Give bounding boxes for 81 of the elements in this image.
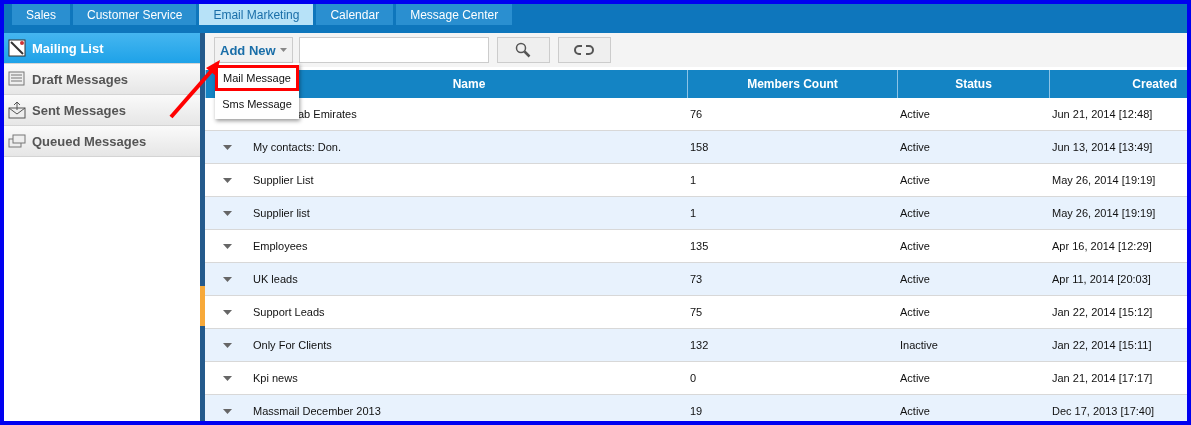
- document-icon: [8, 71, 26, 87]
- table-cell-text: Jan 22, 2014 [15:11]: [1051, 338, 1153, 353]
- table-cell-text: Active: [899, 305, 931, 320]
- search-field[interactable]: [298, 37, 489, 63]
- caret-icon[interactable]: [223, 210, 232, 216]
- caret-icon[interactable]: [223, 144, 232, 150]
- splitter[interactable]: [200, 33, 205, 421]
- table-cell-text: Active: [899, 272, 931, 287]
- table-cell-text: 1: [689, 206, 698, 221]
- table-cell-text: Active: [899, 239, 931, 254]
- table-cell-text: May 26, 2014 [19:19]: [1051, 206, 1157, 221]
- sidebar-label: Mailing List: [32, 40, 104, 56]
- table-cell-text: 73: [689, 272, 704, 287]
- annotation-arrow: [168, 58, 222, 120]
- table-cell-text: 0: [689, 371, 698, 386]
- sidebar-item[interactable]: Sent Messages: [4, 95, 200, 126]
- tab[interactable]: Email Marketing: [199, 4, 314, 25]
- sidebar-label: Sent Messages: [32, 102, 126, 118]
- table-cell: Massmail December 2013: [253, 405, 381, 417]
- link-button[interactable]: [557, 37, 611, 63]
- link-icon: [574, 44, 595, 56]
- sidebar-label: Draft Messages: [32, 71, 129, 87]
- table-cell-text: Jan 22, 2014 [15:12]: [1051, 305, 1154, 320]
- table-cell: Employees: [253, 240, 308, 252]
- caret-icon[interactable]: [223, 375, 232, 381]
- table-cell-text: Apr 11, 2014 [20:03]: [1051, 272, 1152, 287]
- table-row[interactable]: My contacts: Don. 158 Active Jun 13, 2014 [13:49]: [205, 131, 1187, 164]
- tab[interactable]: Customer Service: [73, 4, 197, 25]
- envelope-icon: [8, 101, 26, 119]
- table-cell-text: 1: [689, 173, 698, 188]
- add-new-button[interactable]: Add New: [214, 37, 293, 63]
- table-cell-text: Active: [899, 140, 931, 155]
- table-cell: Only For Clients: [253, 339, 332, 351]
- notepad-icon: [8, 39, 26, 57]
- table-cell-text: 76: [689, 107, 704, 122]
- table-cell-text: Jun 21, 2014 [12:48]: [1051, 107, 1154, 122]
- caret-icon[interactable]: [223, 408, 232, 414]
- table-cell-text: Active: [899, 107, 931, 122]
- table-cell-text: 19: [689, 404, 704, 419]
- table-cell-text: Active: [899, 371, 931, 386]
- search-icon: [515, 42, 532, 58]
- caret-icon[interactable]: [223, 309, 232, 315]
- caret-icon: [279, 48, 287, 52]
- tab[interactable]: Message Center: [396, 4, 513, 25]
- table-cell-text: Jan 21, 2014 [17:17]: [1051, 371, 1154, 386]
- table-row[interactable]: Massmail December 2013 19 Active Dec 17, 2013 [17:40]: [205, 395, 1187, 421]
- table-cell-text: Dec 17, 2013 [17:40]: [1051, 404, 1156, 419]
- sidebar-label: Queued Messages: [32, 133, 147, 149]
- sidebar-item[interactable]: Queued Messages: [4, 126, 200, 157]
- table-cell-text: 135: [689, 239, 710, 254]
- table-cell-text: Active: [899, 404, 931, 419]
- menu-item[interactable]: Mail Message: [215, 65, 299, 91]
- caret-icon[interactable]: [223, 243, 232, 249]
- table-cell: ab Emirates: [298, 108, 357, 120]
- table-cell: Kpi news: [253, 372, 298, 384]
- table-row[interactable]: UK leads 73 Active Apr 11, 2014 [20:03]: [205, 263, 1187, 296]
- table-cell: Support Leads: [253, 306, 325, 318]
- caret-icon[interactable]: [223, 276, 232, 282]
- sidebar-item[interactable]: Draft Messages: [4, 64, 200, 95]
- table-cell: UK leads: [253, 273, 298, 285]
- table-cell: My contacts: Don.: [253, 141, 342, 153]
- table-cell-text: Apr 16, 2014 [12:29]: [1051, 239, 1153, 254]
- table-row[interactable]: Supplier list 1 Active May 26, 2014 [19:19]: [205, 197, 1187, 230]
- envelopes-icon: [8, 133, 26, 149]
- caret-icon[interactable]: [223, 177, 232, 183]
- table-cell-text: Active: [899, 173, 931, 188]
- tab[interactable]: Calendar: [316, 4, 394, 25]
- table-cell-text: May 26, 2014 [19:19]: [1051, 173, 1157, 188]
- caret-icon[interactable]: [223, 342, 232, 348]
- table-cell: Supplier List: [253, 174, 314, 186]
- table-cell: Supplier list: [253, 207, 310, 219]
- table-cell-text: 132: [689, 338, 710, 353]
- tab[interactable]: Sales: [12, 4, 71, 25]
- table-cell-text: Active: [899, 206, 931, 221]
- table-cell-text: Jun 13, 2014 [13:49]: [1051, 140, 1154, 155]
- splitter-handle[interactable]: [200, 286, 205, 326]
- table-cell-text: 75: [689, 305, 704, 320]
- search-button[interactable]: [496, 37, 550, 63]
- table-cell-text: 158: [689, 140, 710, 155]
- table-row[interactable]: Only For Clients 132 Inactive Jan 22, 2014 [15:11]: [205, 329, 1187, 362]
- table-cell-text: Inactive: [899, 338, 939, 353]
